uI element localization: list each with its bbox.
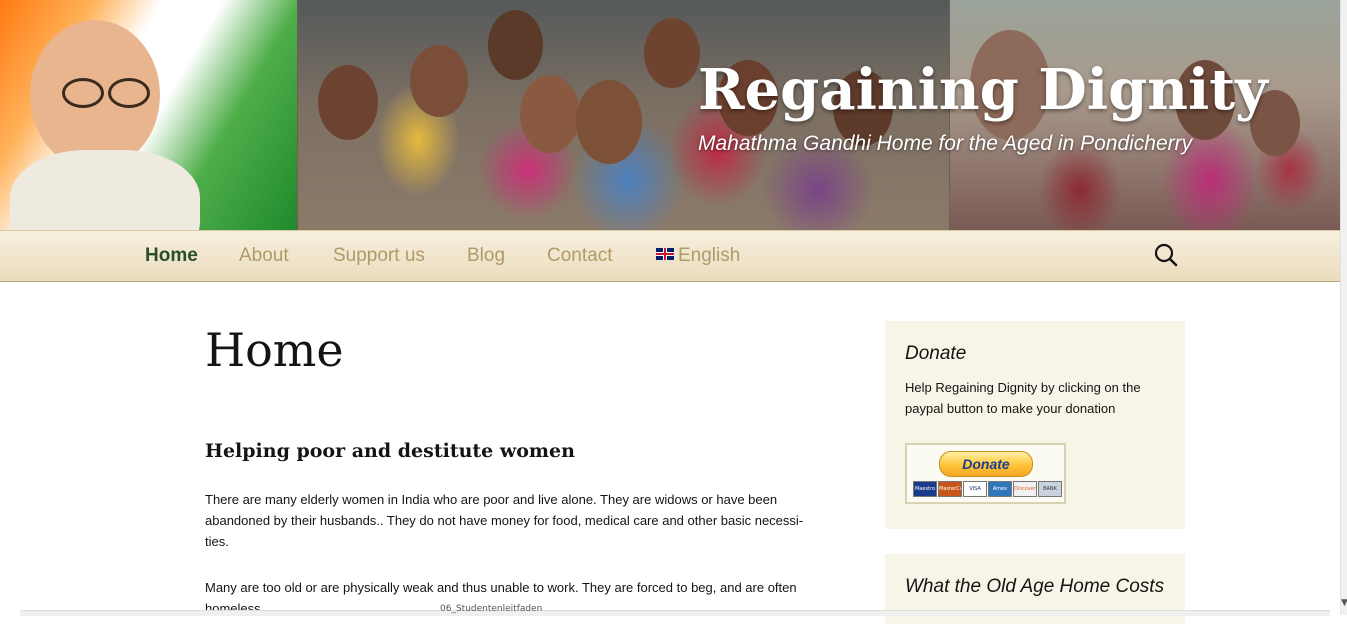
nav-item-about[interactable]: About <box>239 231 289 281</box>
maestro-card-icon: Maestro <box>913 481 937 497</box>
person-face <box>576 80 642 164</box>
donate-widget: Donate Help Regaining Dignity by clickin… <box>885 321 1185 529</box>
amex-card-icon: Amex <box>988 481 1012 497</box>
widget-title: Donate <box>905 343 967 364</box>
visa-card-icon: VISA <box>963 481 987 497</box>
paragraph: There are many elderly women in India wh… <box>205 492 804 549</box>
donate-text: Help Regaining Dignity by clicking on th… <box>905 380 1141 416</box>
horizontal-scrollbar[interactable] <box>20 610 1330 616</box>
discover-card-icon: Discover <box>1013 481 1037 497</box>
person-face <box>318 65 378 140</box>
main-navigation: Home About Support us Blog Contact Engli… <box>0 230 1340 282</box>
paypal-donate-button[interactable]: Donate MaestroMasterCardVISAAmexDiscover… <box>905 443 1066 504</box>
bank-card-icon: BANK <box>1038 481 1062 497</box>
person-face <box>520 75 580 153</box>
gandhi-portrait-image <box>0 0 297 230</box>
nav-item-language[interactable]: English <box>656 231 740 281</box>
nav-item-contact[interactable]: Contact <box>547 231 612 281</box>
nav-item-blog[interactable]: Blog <box>467 231 505 281</box>
nav-item-support-us[interactable]: Support us <box>333 231 425 281</box>
search-icon <box>1154 243 1178 267</box>
section-heading: Helping poor and destitute women <box>205 440 575 462</box>
uk-flag-icon <box>656 248 674 260</box>
person-face <box>410 45 468 117</box>
search-button[interactable] <box>1152 241 1182 271</box>
gandhi-glasses-left <box>62 78 104 108</box>
donate-button-label: Donate <box>939 451 1033 477</box>
scroll-down-arrow-icon[interactable]: ▼ <box>1341 598 1347 608</box>
person-face <box>644 18 700 88</box>
vertical-scrollbar[interactable] <box>1340 0 1347 615</box>
payment-cards: MaestroMasterCardVISAAmexDiscoverBANK <box>913 481 1063 497</box>
site-description: Mahathma Gandhi Home for the Aged in Pon… <box>698 132 1193 155</box>
site-header-banner: Regaining Dignity Mahathma Gandhi Home f… <box>0 0 1340 230</box>
mastercard-card-icon: MasterCard <box>938 481 962 497</box>
site-title[interactable]: Regaining Dignity <box>698 56 1268 124</box>
gandhi-shawl <box>10 150 200 230</box>
person-face <box>488 10 543 80</box>
bottom-bar-text: 06_Studentenleitfaden <box>440 604 543 614</box>
language-label: English <box>678 245 741 266</box>
widget-title: What the Old Age Home Costs <box>905 576 1165 597</box>
page-title: Home <box>205 323 344 377</box>
nav-item-home[interactable]: Home <box>145 231 198 281</box>
gandhi-glasses-right <box>108 78 150 108</box>
